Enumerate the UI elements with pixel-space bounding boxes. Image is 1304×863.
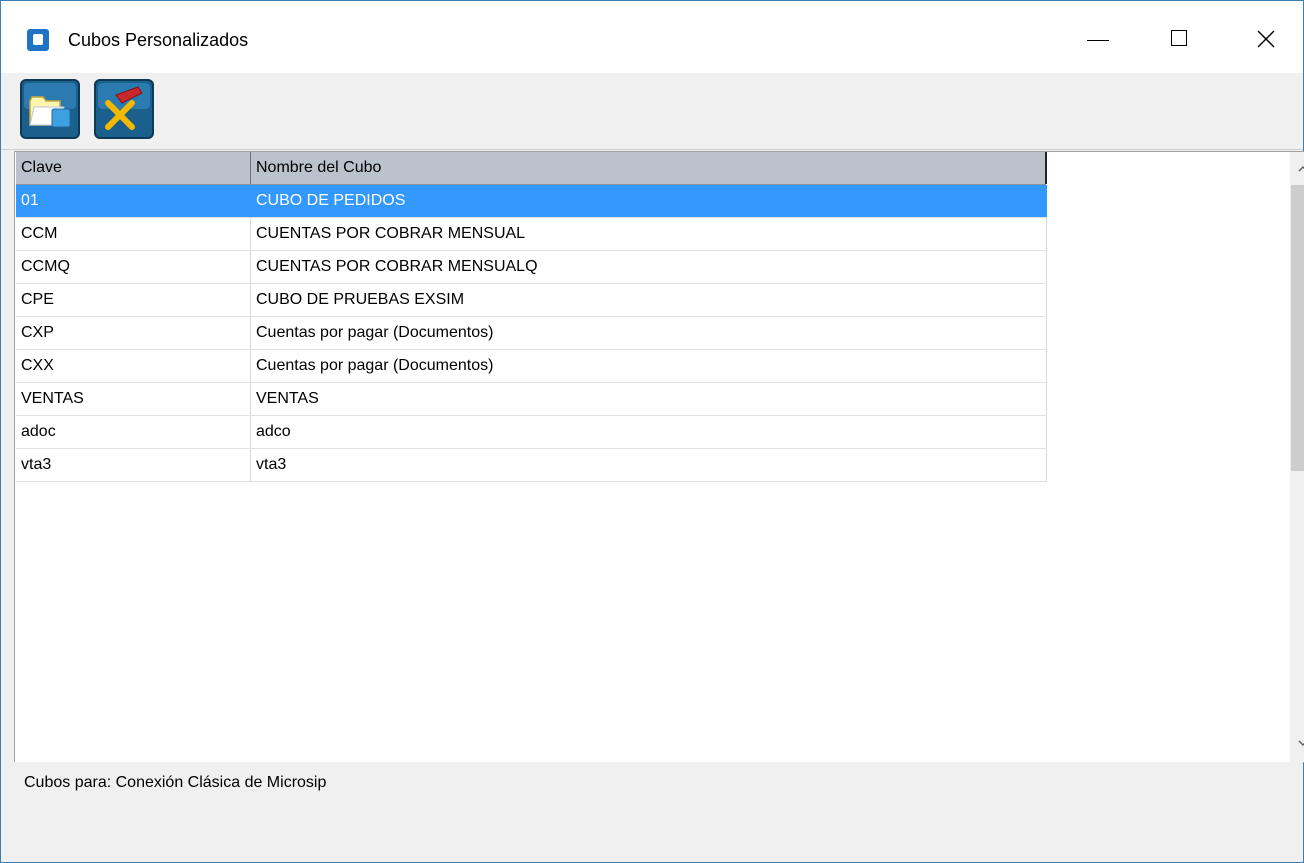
cell-clave: CCMQ <box>16 251 251 283</box>
grid-rows: 01 CUBO DE PEDIDOS CCM CUENTAS POR COBRAR M… <box>16 185 1047 482</box>
cell-clave: vta3 <box>16 449 251 481</box>
cubos-personalizados-window: Cubos Personalizados Clave Nombre del Cu… <box>0 0 1304 863</box>
cell-nombre: CUENTAS POR COBRAR MENSUALQ <box>251 251 1047 283</box>
cell-nombre: Cuentas por pagar (Documentos) <box>251 317 1047 349</box>
minimize-icon <box>1087 40 1109 41</box>
minimize-button[interactable] <box>1075 15 1123 63</box>
table-row[interactable]: CCMQ CUENTAS POR COBRAR MENSUALQ <box>16 251 1047 284</box>
scrollbar-thumb[interactable] <box>1291 185 1304 471</box>
table-row[interactable]: vta3 vta3 <box>16 449 1047 482</box>
cell-nombre: CUENTAS POR COBRAR MENSUAL <box>251 218 1047 250</box>
column-header-nombre[interactable]: Nombre del Cubo <box>251 152 1047 184</box>
scroll-down-icon[interactable] <box>1296 736 1304 750</box>
cell-clave: VENTAS <box>16 383 251 415</box>
app-cube-icon <box>27 29 49 51</box>
cell-nombre: CUBO DE PRUEBAS EXSIM <box>251 284 1047 316</box>
title-bar[interactable]: Cubos Personalizados <box>1 1 1303 73</box>
cell-clave: adoc <box>16 416 251 448</box>
vertical-scrollbar[interactable] <box>1290 152 1304 762</box>
table-row[interactable]: adoc adco <box>16 416 1047 449</box>
table-row[interactable]: 01 CUBO DE PEDIDOS <box>16 185 1047 218</box>
open-folder-icon <box>20 79 80 139</box>
delete-x-icon <box>94 79 154 139</box>
window-title: Cubos Personalizados <box>68 30 249 50</box>
cell-clave: CPE <box>16 284 251 316</box>
cell-clave: CXX <box>16 350 251 382</box>
toolbar <box>1 73 1303 150</box>
delete-cube-button[interactable] <box>94 79 154 139</box>
cell-nombre: adco <box>251 416 1047 448</box>
table-row[interactable]: VENTAS VENTAS <box>16 383 1047 416</box>
open-cube-button[interactable] <box>20 79 80 139</box>
cell-nombre: Cuentas por pagar (Documentos) <box>251 350 1047 382</box>
close-button[interactable] <box>1243 15 1291 63</box>
cell-nombre: VENTAS <box>251 383 1047 415</box>
scroll-up-icon[interactable] <box>1296 162 1304 176</box>
maximize-icon <box>1171 30 1187 46</box>
table-row[interactable]: CCM CUENTAS POR COBRAR MENSUAL <box>16 218 1047 251</box>
close-icon <box>1257 30 1275 48</box>
table-row[interactable]: CXP Cuentas por pagar (Documentos) <box>16 317 1047 350</box>
cell-nombre: vta3 <box>251 449 1047 481</box>
table-row[interactable]: CPE CUBO DE PRUEBAS EXSIM <box>16 284 1047 317</box>
cell-clave: 01 <box>16 185 251 217</box>
cell-clave: CCM <box>16 218 251 250</box>
maximize-button[interactable] <box>1157 15 1205 63</box>
cell-clave: CXP <box>16 317 251 349</box>
column-header-clave[interactable]: Clave <box>16 152 251 184</box>
cubes-grid[interactable]: Clave Nombre del Cubo 01 CUBO DE PEDIDOS C… <box>14 151 1304 763</box>
grid-header: Clave Nombre del Cubo <box>16 152 1047 185</box>
table-row[interactable]: CXX Cuentas por pagar (Documentos) <box>16 350 1047 383</box>
status-text: Cubos para: Conexión Clásica de Microsip <box>24 774 327 791</box>
cell-nombre: CUBO DE PEDIDOS <box>251 185 1047 217</box>
status-bar: Cubos para: Conexión Clásica de Microsip <box>14 762 1303 862</box>
